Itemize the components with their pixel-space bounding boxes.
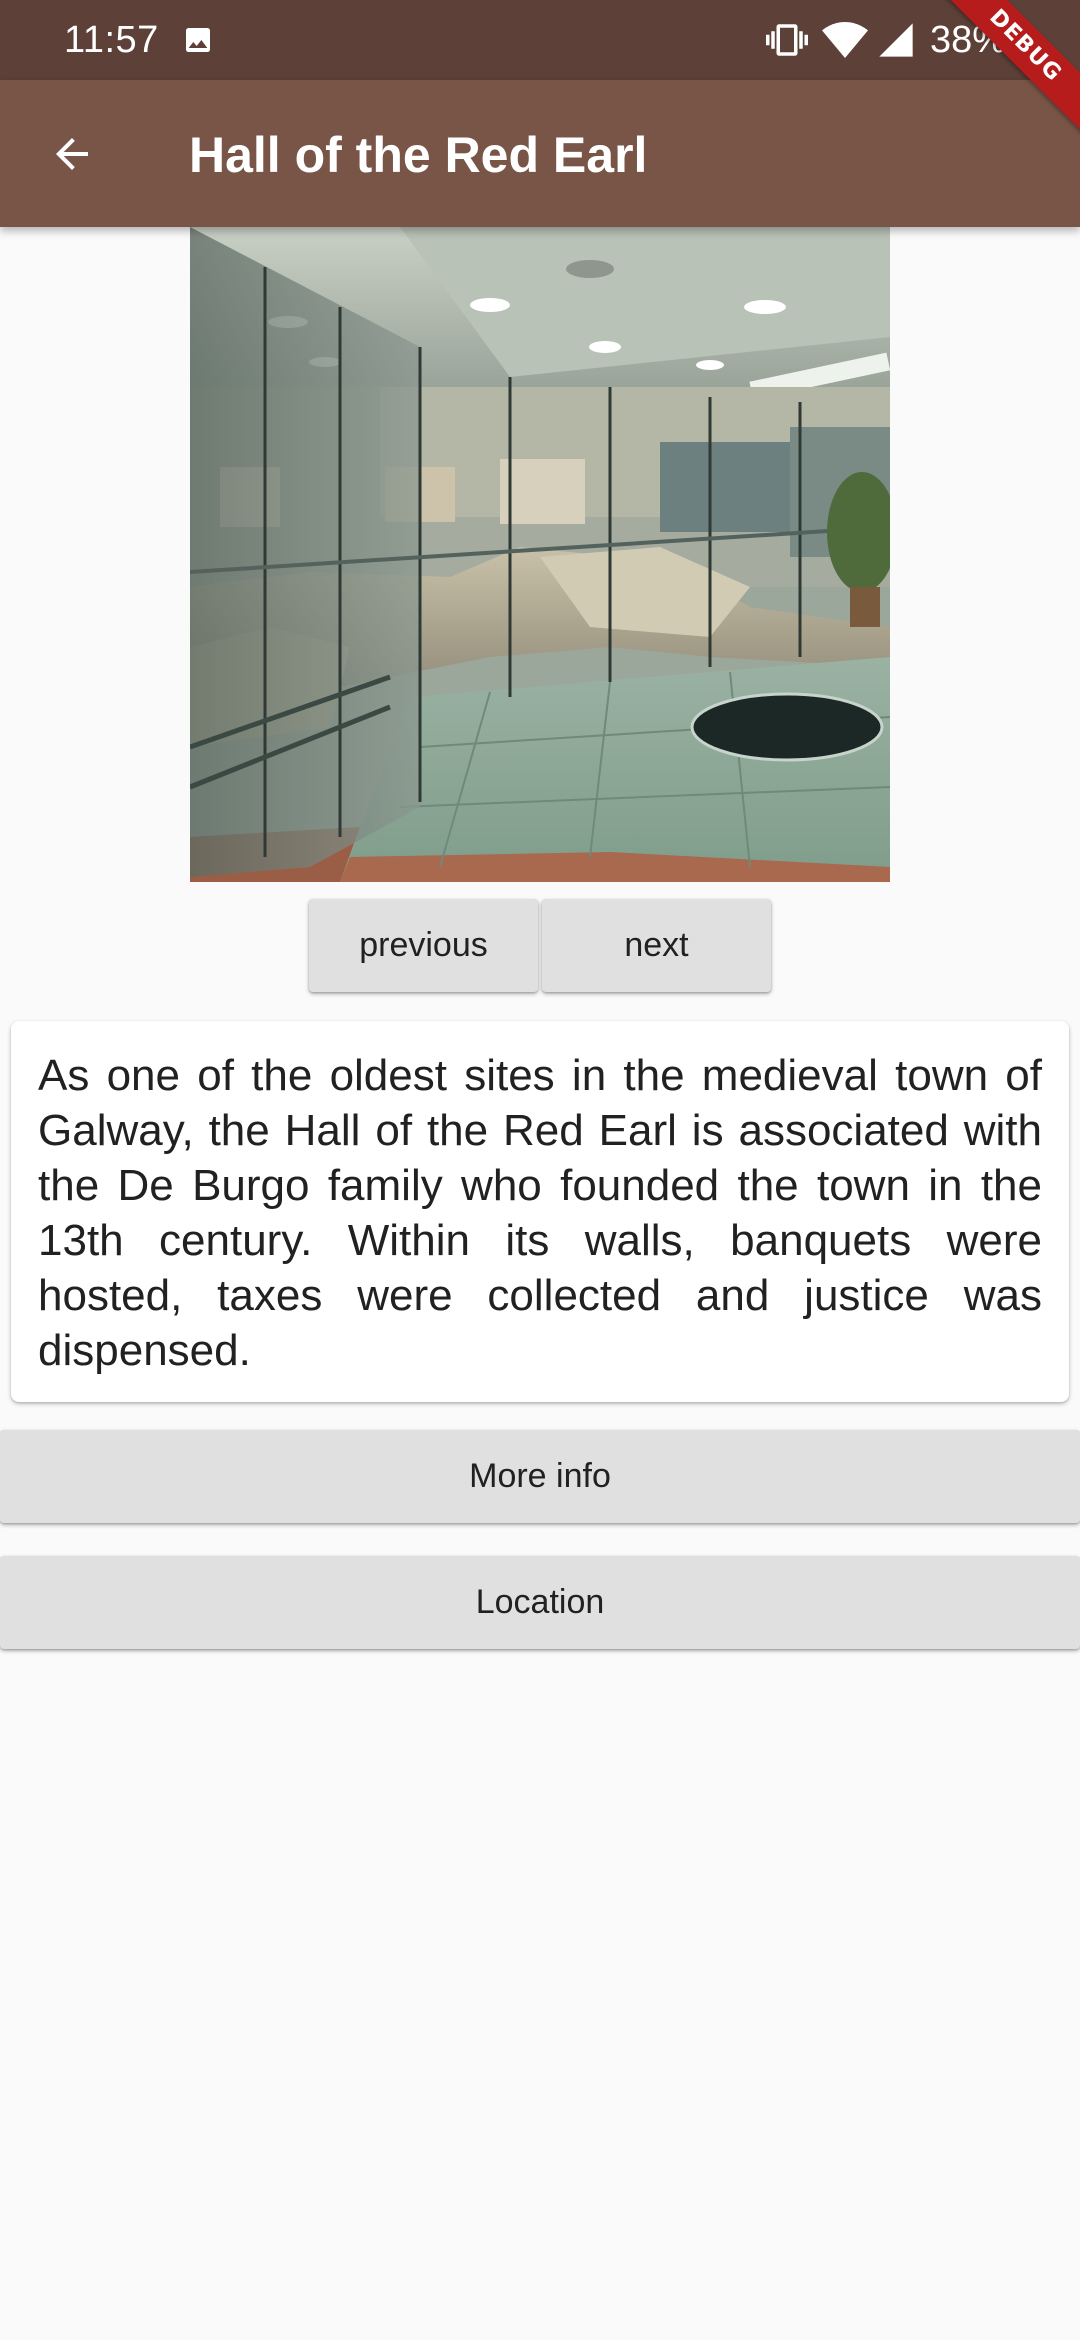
wifi-icon [820,20,870,60]
previous-button[interactable]: previous [309,899,538,992]
gallery-icon [182,24,214,56]
screen: 11:57 38% DEBUG Hall of the Red Earl pre… [0,0,1080,2340]
page-title: Hall of the Red Earl [189,127,648,183]
location-button[interactable]: Location [0,1556,1080,1649]
arrow-back-icon [56,138,88,170]
signal-icon [876,20,916,60]
vibrate-icon [766,18,808,62]
status-bar: 11:57 38% [0,0,1080,80]
back-button[interactable] [24,106,120,202]
site-photo [190,227,890,882]
description-text: As one of the oldest sites in the mediev… [38,1051,1042,1375]
photo-nav-buttons: previous next [309,899,771,992]
status-time: 11:57 [64,19,159,61]
next-button[interactable]: next [542,899,771,992]
app-bar: Hall of the Red Earl [0,80,1080,227]
description-card: As one of the oldest sites in the mediev… [11,1021,1069,1402]
more-info-button[interactable]: More info [0,1430,1080,1523]
